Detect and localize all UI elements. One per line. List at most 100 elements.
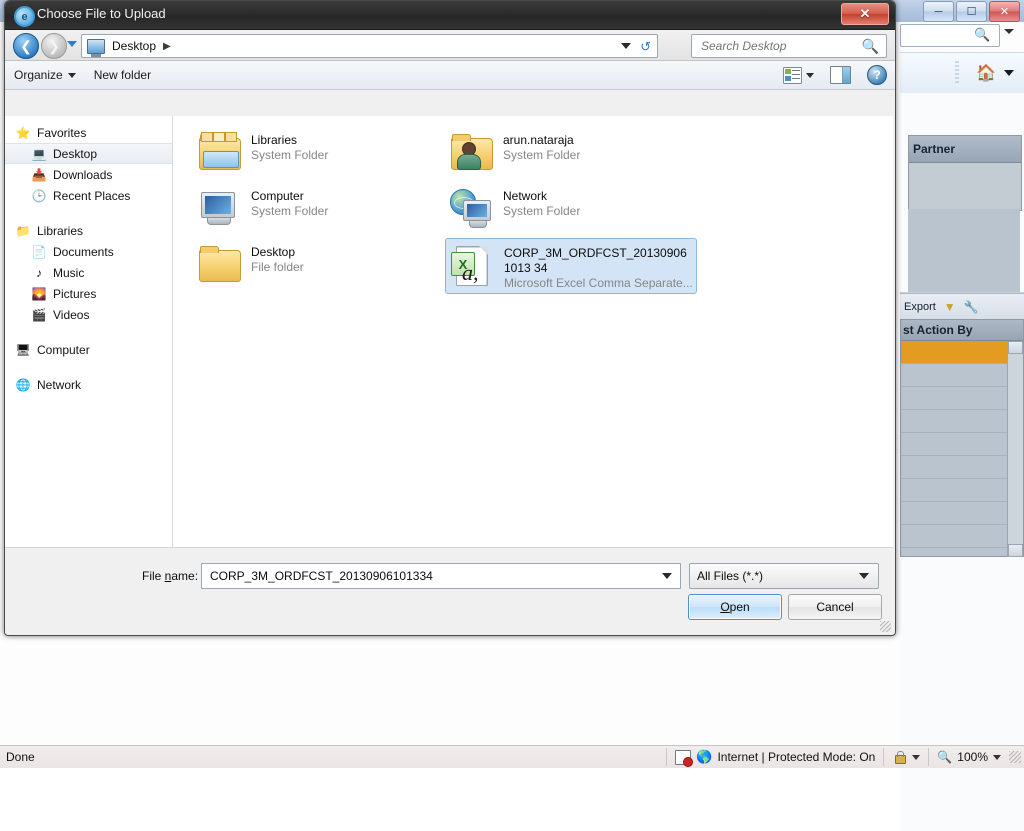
music-note-icon: ♪ xyxy=(36,265,42,280)
export-button[interactable]: Export xyxy=(904,301,936,313)
dialog-resize-grip[interactable] xyxy=(880,621,891,632)
sidebar-item-computer[interactable]: 🖥 Computer xyxy=(5,339,172,360)
sidebar-item-videos[interactable]: 🎬 Videos xyxy=(5,304,172,325)
search-icon[interactable]: 🔍 xyxy=(974,27,990,43)
background-window-controls: ─ ☐ ✕ xyxy=(923,1,1020,22)
sidebar-item-music[interactable]: ♪ Music xyxy=(5,262,172,283)
chevron-down-icon[interactable] xyxy=(662,573,672,579)
resize-grip[interactable] xyxy=(1009,751,1021,763)
list-item[interactable]: arun.nataraja System Folder xyxy=(445,126,697,182)
chevron-down-icon[interactable] xyxy=(806,72,814,78)
dialog-titlebar[interactable]: e Choose File to Upload ✕ xyxy=(5,1,895,30)
internet-zone-icon: 🌎 xyxy=(696,749,713,764)
toolbar-grip[interactable] xyxy=(955,61,959,85)
table-row[interactable] xyxy=(901,364,1023,387)
sidebar-item-label: Videos xyxy=(53,307,90,322)
sidebar-item-label: Favorites xyxy=(37,125,87,140)
organize-button[interactable]: Organize xyxy=(5,62,85,88)
file-type: System Folder xyxy=(503,204,581,218)
table-row[interactable] xyxy=(901,525,1023,548)
zoom-magnifier-icon[interactable]: 🔍 xyxy=(937,750,952,764)
file-name-input[interactable] xyxy=(208,568,652,584)
internet-explorer-icon: e xyxy=(14,6,35,27)
background-page-body: Partner Export ▼ 🔧 st Action By xyxy=(900,93,1024,831)
chevron-down-icon[interactable] xyxy=(993,754,1001,760)
file-name: Libraries xyxy=(251,133,298,147)
sidebar-item-network[interactable]: 🌐 Network xyxy=(5,374,172,395)
address-breadcrumb-bar[interactable]: Desktop ▶ ↺ xyxy=(81,34,658,58)
scroll-up-button[interactable] xyxy=(1008,341,1023,354)
table-row[interactable] xyxy=(901,341,1023,364)
sidebar-item-libraries[interactable]: 📁 Libraries xyxy=(5,220,172,241)
network-icon xyxy=(449,186,493,230)
list-item[interactable]: Desktop File folder xyxy=(193,238,445,294)
dialog-close-button[interactable]: ✕ xyxy=(841,3,889,25)
desktop-icon: 💻 xyxy=(31,146,47,161)
partner-column-header: Partner xyxy=(909,136,1021,163)
table-row[interactable] xyxy=(901,456,1023,479)
sidebar-item-documents[interactable]: 📄 Documents xyxy=(5,241,172,262)
new-folder-label: New folder xyxy=(93,68,152,82)
blocked-content-icon[interactable] xyxy=(675,749,694,767)
wrench-icon[interactable]: 🔧 xyxy=(964,300,979,314)
home-icon[interactable]: 🏠 xyxy=(976,63,996,83)
list-item-selected[interactable]: X a, CORP_3M_ORDFCST_201309061013 34 Mic… xyxy=(445,238,697,294)
scroll-down-button[interactable] xyxy=(1008,544,1023,557)
zone-status-text: Internet | Protected Mode: On xyxy=(717,750,876,764)
dialog-toolbar: Organize New folder ? xyxy=(5,61,895,90)
navigation-pane: ⭐ Favorites 💻 Desktop 📥 Downloads 🕒 Rece… xyxy=(5,116,173,547)
list-item[interactable]: Computer System Folder xyxy=(193,182,445,238)
chevron-down-icon[interactable] xyxy=(1004,29,1014,34)
security-zone-cell[interactable]: 🌎 Internet | Protected Mode: On xyxy=(667,747,883,767)
file-name: Computer xyxy=(251,189,304,203)
view-mode-icon[interactable] xyxy=(783,66,802,84)
list-item[interactable]: Libraries System Folder xyxy=(193,126,445,182)
dialog-toolbar-right: ? xyxy=(783,61,887,89)
sidebar-item-label: Recent Places xyxy=(53,188,131,203)
file-list-view[interactable]: Libraries System Folder arun.nataraja Sy… xyxy=(173,116,893,547)
breadcrumb-desktop[interactable]: Desktop xyxy=(112,39,156,53)
preview-pane-icon[interactable] xyxy=(830,66,851,84)
computer-icon xyxy=(197,186,241,230)
list-item[interactable]: Network System Folder xyxy=(445,182,697,238)
history-dropdown-icon[interactable] xyxy=(67,41,77,47)
sidebar-item-favorites[interactable]: ⭐ Favorites xyxy=(5,122,172,143)
privacy-cell[interactable] xyxy=(884,747,928,767)
chevron-down-icon[interactable] xyxy=(912,754,921,760)
file-grid: Libraries System Folder arun.nataraja Sy… xyxy=(193,126,883,294)
table-row[interactable] xyxy=(901,502,1023,525)
sidebar-item-recent-places[interactable]: 🕒 Recent Places xyxy=(5,185,172,206)
table-row[interactable] xyxy=(901,387,1023,410)
zoom-cell[interactable]: 🔍 100% xyxy=(929,747,1009,767)
cancel-button[interactable]: Cancel xyxy=(788,594,882,620)
sidebar-item-downloads[interactable]: 📥 Downloads xyxy=(5,164,172,185)
funnel-icon[interactable]: ▼ xyxy=(944,300,956,314)
search-icon[interactable]: 🔍 xyxy=(862,38,879,55)
file-name-label: File name: xyxy=(142,569,199,583)
search-box[interactable]: 🔍 xyxy=(691,34,887,58)
breadcrumb-separator-icon[interactable]: ▶ xyxy=(163,41,171,52)
sidebar-item-pictures[interactable]: 🌄 Pictures xyxy=(5,283,172,304)
help-icon[interactable]: ? xyxy=(867,65,887,85)
chevron-down-icon[interactable] xyxy=(859,573,869,579)
chevron-down-icon[interactable] xyxy=(1004,70,1014,76)
table-row[interactable] xyxy=(901,433,1023,456)
chevron-down-icon[interactable] xyxy=(621,43,631,49)
table-row[interactable] xyxy=(901,479,1023,502)
grid-scrollbar[interactable] xyxy=(1007,341,1023,557)
open-button[interactable]: Open xyxy=(688,594,782,620)
minimize-button[interactable]: ─ xyxy=(923,1,954,22)
privacy-lock-icon[interactable] xyxy=(892,750,907,764)
file-name-combobox[interactable] xyxy=(201,563,681,589)
search-input[interactable] xyxy=(699,38,853,54)
sidebar-item-desktop[interactable]: 💻 Desktop xyxy=(5,143,172,164)
file-type-select[interactable]: All Files (*.*) xyxy=(689,563,879,589)
close-button[interactable]: ✕ xyxy=(989,1,1020,22)
maximize-button[interactable]: ☐ xyxy=(956,1,987,22)
table-row[interactable] xyxy=(901,410,1023,433)
organize-label: Organize xyxy=(14,68,63,82)
file-name: arun.nataraja xyxy=(503,133,574,147)
new-folder-button[interactable]: New folder xyxy=(85,62,160,88)
back-arrow-icon[interactable]: ❮ xyxy=(13,33,39,59)
refresh-icon[interactable]: ↺ xyxy=(640,39,651,55)
